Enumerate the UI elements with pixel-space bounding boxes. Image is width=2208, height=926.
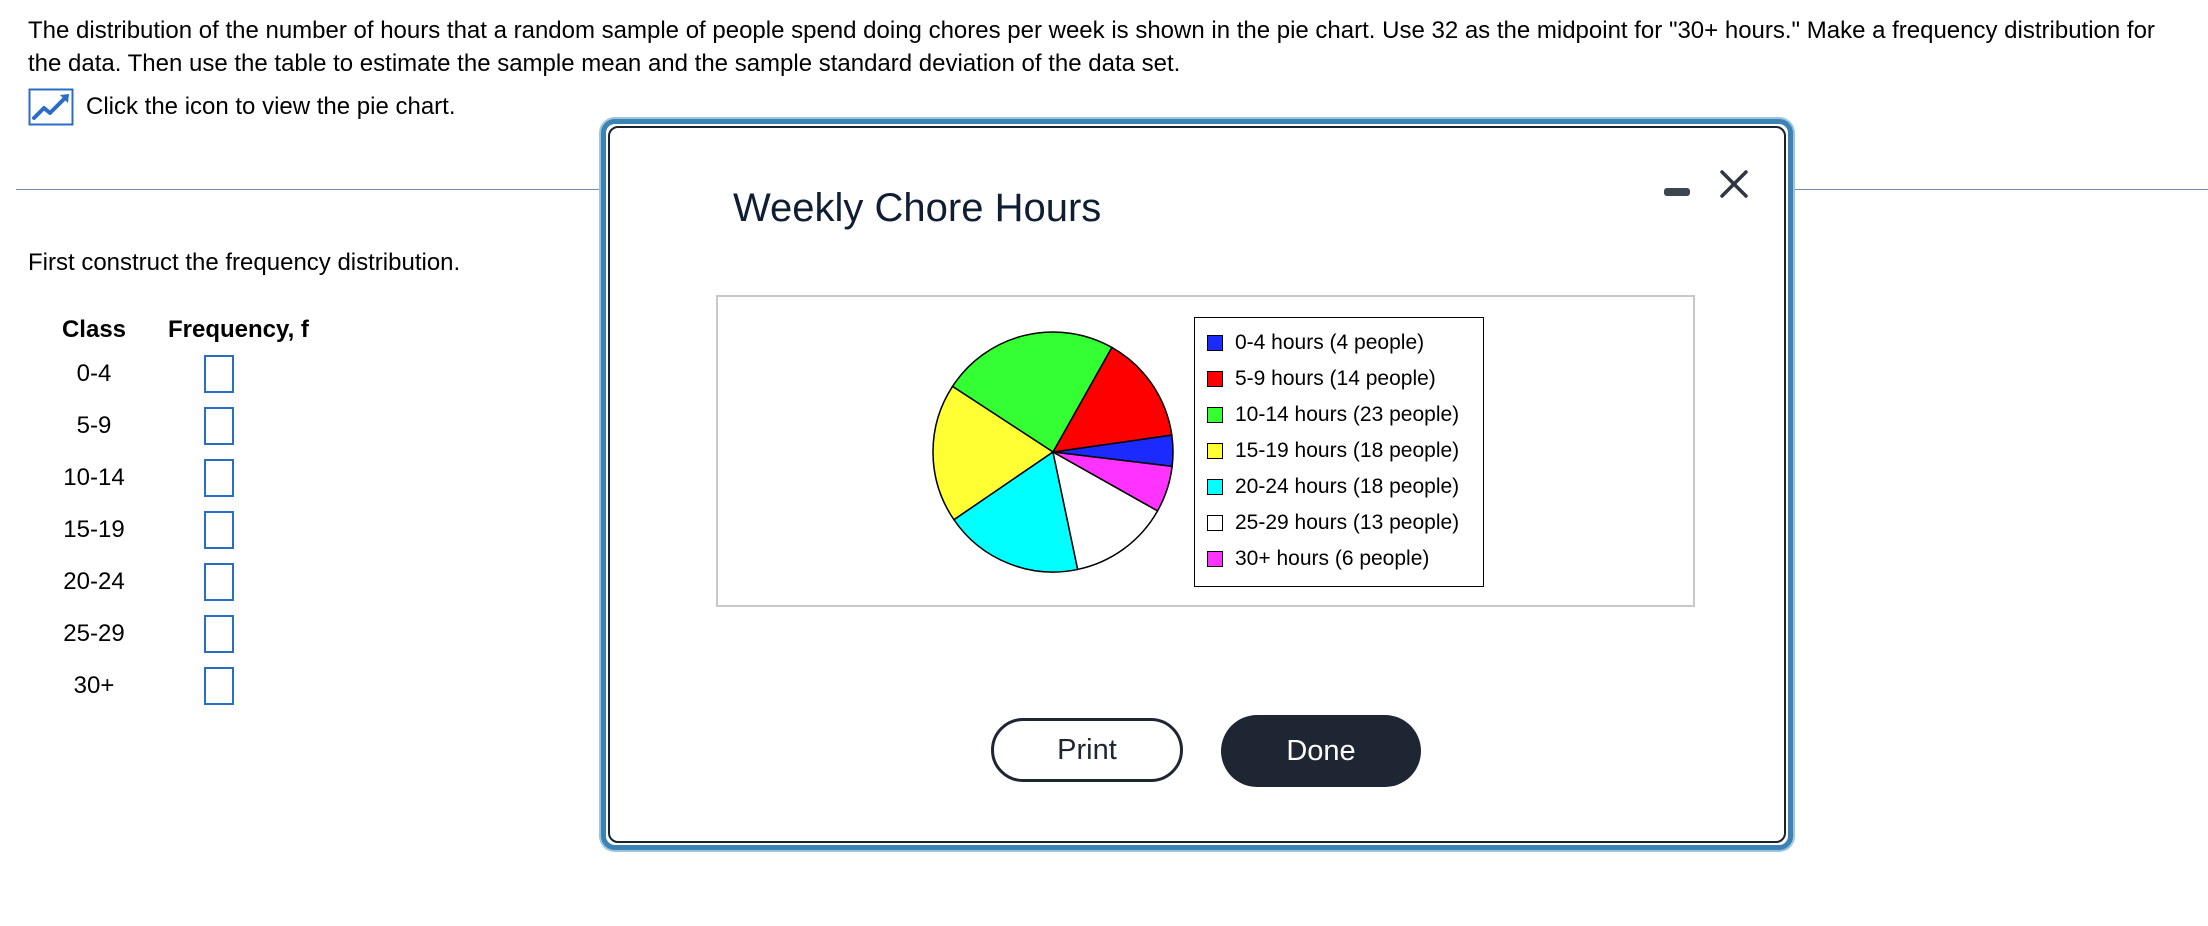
legend-swatch — [1207, 407, 1223, 423]
page: The distribution of the number of hours … — [0, 0, 2208, 926]
class-label: 20-24 — [63, 568, 125, 595]
frequency-table: Class Frequency, f 0-4 5-9 10-14 15-19 2… — [40, 312, 368, 712]
legend-label: 25-29 hours (13 people) — [1235, 511, 1460, 534]
table-row: 15-19 — [40, 504, 368, 556]
header-class: Class — [61, 316, 127, 343]
frequency-input[interactable] — [204, 563, 234, 601]
chart-frame: 0-4 hours (4 people) 5-9 hours (14 people… — [716, 295, 1695, 607]
class-label: 0-4 — [76, 360, 112, 387]
legend-item: 5-9 hours (14 people) — [1195, 361, 1483, 397]
table-row: 25-29 — [40, 608, 368, 660]
close-icon[interactable] — [1714, 164, 1754, 204]
legend-swatch — [1207, 443, 1223, 459]
question-text: The distribution of the number of hours … — [28, 17, 2155, 77]
table-row: 20-24 — [40, 556, 368, 608]
class-label: 15-19 — [63, 516, 125, 543]
frequency-input[interactable] — [204, 355, 234, 393]
pie-chart — [932, 331, 1174, 573]
class-label: 5-9 — [76, 412, 112, 439]
legend-label: 10-14 hours (23 people) — [1235, 403, 1460, 426]
legend-swatch — [1207, 515, 1223, 531]
frequency-input[interactable] — [204, 459, 234, 497]
legend-swatch — [1207, 371, 1223, 387]
table-row: 30+ — [40, 660, 368, 712]
legend-item: 25-29 hours (13 people) — [1195, 505, 1483, 541]
legend-item: 0-4 hours (4 people) — [1195, 325, 1483, 361]
table-header: Class Frequency, f — [40, 312, 368, 348]
chart-legend: 0-4 hours (4 people) 5-9 hours (14 people… — [1194, 317, 1484, 587]
class-label: 25-29 — [63, 620, 125, 647]
done-button[interactable]: Done — [1221, 715, 1421, 787]
minimize-button[interactable] — [1662, 178, 1692, 208]
table-row: 0-4 — [40, 348, 368, 400]
legend-label: 20-24 hours (18 people) — [1235, 475, 1460, 498]
class-label: 10-14 — [63, 464, 125, 491]
frequency-input[interactable] — [204, 407, 234, 445]
table-row: 10-14 — [40, 452, 368, 504]
legend-label: 30+ hours (6 people) — [1235, 547, 1430, 570]
frequency-input[interactable] — [204, 511, 234, 549]
legend-swatch — [1207, 551, 1223, 567]
chart-dialog: Weekly Chore Hours 0-4 hours (4 people) 5… — [601, 119, 1793, 850]
frequency-input[interactable] — [204, 667, 234, 705]
legend-label: 0-4 hours (4 people) — [1235, 331, 1425, 354]
view-chart-link[interactable]: Click the icon to view the pie chart. — [28, 88, 456, 126]
minimize-icon[interactable] — [1664, 188, 1690, 196]
legend-item: 10-14 hours (23 people) — [1195, 397, 1483, 433]
dialog-title: Weekly Chore Hours — [733, 186, 1102, 230]
legend-label: 5-9 hours (14 people) — [1235, 367, 1436, 390]
legend-item: 30+ hours (6 people) — [1195, 541, 1483, 577]
close-button[interactable] — [1714, 164, 1754, 204]
chart-icon[interactable] — [28, 88, 74, 126]
legend-item: 15-19 hours (18 people) — [1195, 433, 1483, 469]
instruction-text: First construct the frequency distributi… — [28, 249, 461, 276]
class-label: 30+ — [73, 672, 115, 699]
legend-swatch — [1207, 335, 1223, 351]
frequency-input[interactable] — [204, 615, 234, 653]
print-button[interactable]: Print — [991, 718, 1183, 782]
view-chart-label[interactable]: Click the icon to view the pie chart. — [86, 93, 456, 121]
legend-label: 15-19 hours (18 people) — [1235, 439, 1460, 462]
table-row: 5-9 — [40, 400, 368, 452]
legend-item: 20-24 hours (18 people) — [1195, 469, 1483, 505]
header-frequency: Frequency, f — [168, 316, 309, 343]
legend-swatch — [1207, 479, 1223, 495]
chart-dialog-body: Weekly Chore Hours 0-4 hours (4 people) 5… — [608, 126, 1786, 843]
